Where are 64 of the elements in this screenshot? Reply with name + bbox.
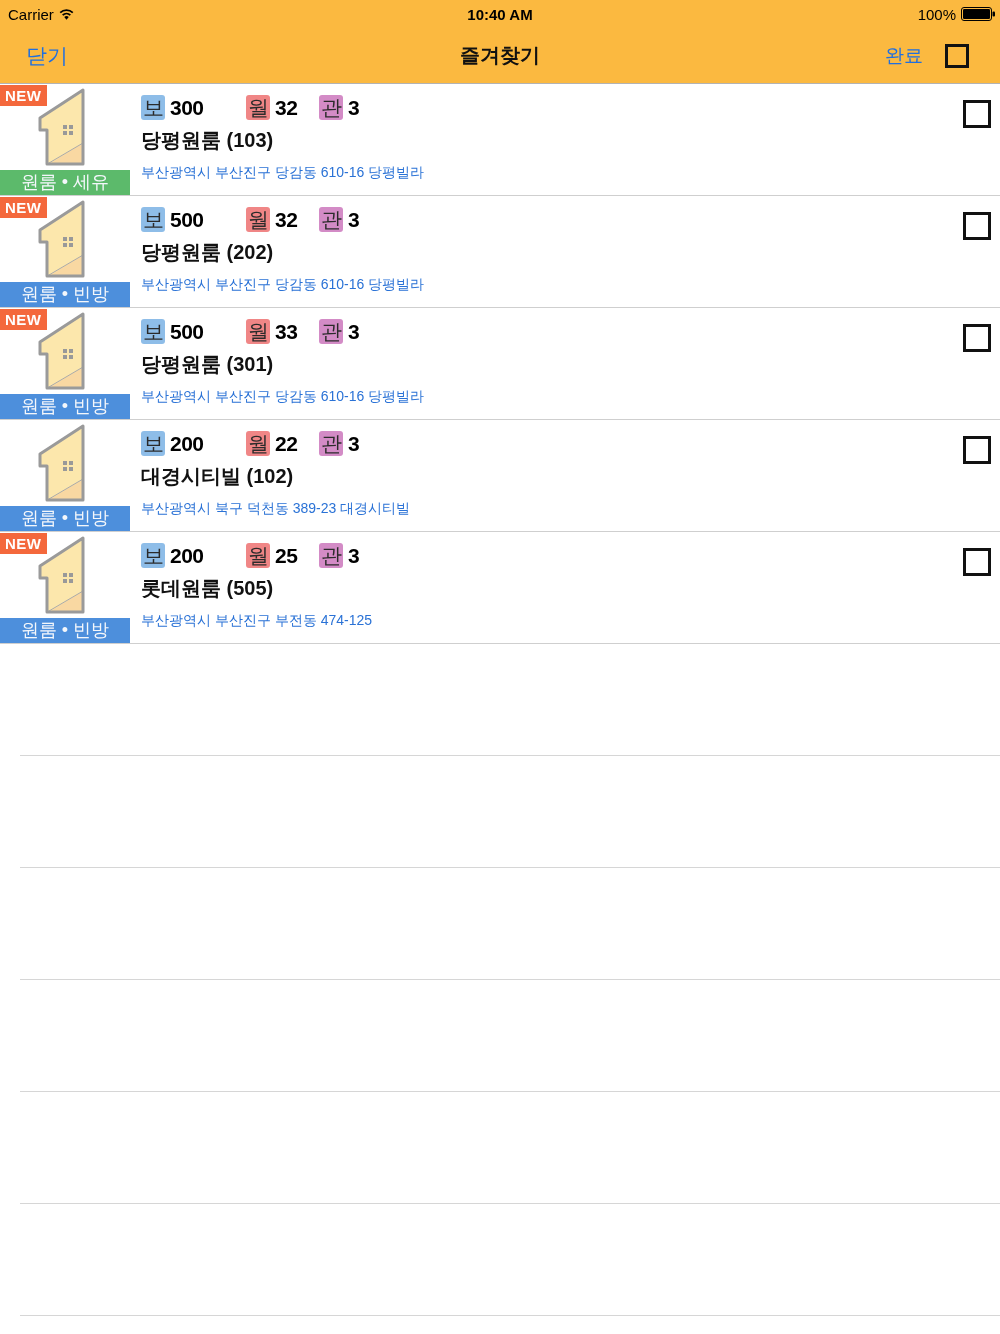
done-button[interactable]: 완료: [885, 42, 923, 69]
new-badge: NEW: [0, 197, 47, 218]
listing-checkbox[interactable]: [963, 436, 991, 464]
deposit-tag: 보: [141, 95, 165, 120]
room-type-label: 원룸 • 세유: [0, 170, 130, 195]
price-value: 500: [170, 207, 204, 232]
maintenance-fee-tag: 관: [319, 319, 343, 344]
screen-title: 즐겨찾기: [460, 43, 540, 68]
maintenance-fee-tag: 관: [319, 207, 343, 232]
listing-checkbox[interactable]: [963, 548, 991, 576]
deposit-tag: 보: [141, 431, 165, 456]
price-value: 3: [348, 543, 360, 568]
listing-name: 당평원룸 (202): [141, 240, 274, 265]
price-value: 3: [348, 431, 360, 456]
price-value: 32: [275, 95, 298, 120]
deposit-tag: 보: [141, 207, 165, 232]
listing-name: 롯데원룸 (505): [141, 576, 274, 601]
new-badge: NEW: [0, 533, 47, 554]
listing-checkbox[interactable]: [963, 212, 991, 240]
price-value: 25: [275, 543, 298, 568]
price-value: 32: [275, 207, 298, 232]
maintenance-fee-tag: 관: [319, 431, 343, 456]
maintenance-fee-tag: 관: [319, 95, 343, 120]
monthly-rent-tag: 월: [246, 431, 270, 456]
new-badge: NEW: [0, 309, 47, 330]
wifi-icon: [58, 8, 74, 20]
listing-name: 당평원룸 (103): [141, 128, 274, 153]
select-all-checkbox[interactable]: [945, 43, 969, 68]
price-value: 22: [275, 431, 298, 456]
price-value: 300: [170, 95, 204, 120]
listing-name: 당평원룸 (301): [141, 352, 274, 377]
room-type-label: 원룸 • 빈방: [0, 394, 130, 419]
price-value: 500: [170, 319, 204, 344]
listing-address: 부산광역시 북구 덕천동 389-23 대경시티빌: [141, 500, 411, 518]
listing-name: 대경시티빌 (102): [141, 464, 294, 489]
battery-percentage: 100%: [917, 5, 956, 23]
close-button[interactable]: 닫기: [26, 41, 68, 70]
room-type-label: 원룸 • 빈방: [0, 618, 130, 643]
new-badge: NEW: [0, 85, 47, 106]
price-value: 3: [348, 319, 360, 344]
price-value: 200: [170, 543, 204, 568]
listing-checkbox[interactable]: [963, 100, 991, 128]
monthly-rent-tag: 월: [246, 95, 270, 120]
room-type-label: 원룸 • 빈방: [0, 282, 130, 307]
listing-address: 부산광역시 부산진구 당감동 610-16 당평빌라: [141, 388, 425, 406]
clock-time: 10:40 AM: [467, 5, 533, 23]
house-icon: [37, 423, 87, 503]
monthly-rent-tag: 월: [246, 207, 270, 232]
battery-icon: [961, 7, 995, 21]
listing-address: 부산광역시 부산진구 당감동 610-16 당평빌라: [141, 276, 425, 294]
price-value: 200: [170, 431, 204, 456]
monthly-rent-tag: 월: [246, 319, 270, 344]
deposit-tag: 보: [141, 543, 165, 568]
monthly-rent-tag: 월: [246, 543, 270, 568]
listing-address: 부산광역시 부산진구 당감동 610-16 당평빌라: [141, 164, 425, 182]
price-value: 33: [275, 319, 298, 344]
maintenance-fee-tag: 관: [319, 543, 343, 568]
listing-address: 부산광역시 부산진구 부전동 474-125: [141, 612, 373, 630]
deposit-tag: 보: [141, 319, 165, 344]
price-value: 3: [348, 207, 360, 232]
price-value: 3: [348, 95, 360, 120]
carrier-label: Carrier: [8, 5, 54, 23]
room-type-label: 원룸 • 빈방: [0, 506, 130, 531]
listing-checkbox[interactable]: [963, 324, 991, 352]
